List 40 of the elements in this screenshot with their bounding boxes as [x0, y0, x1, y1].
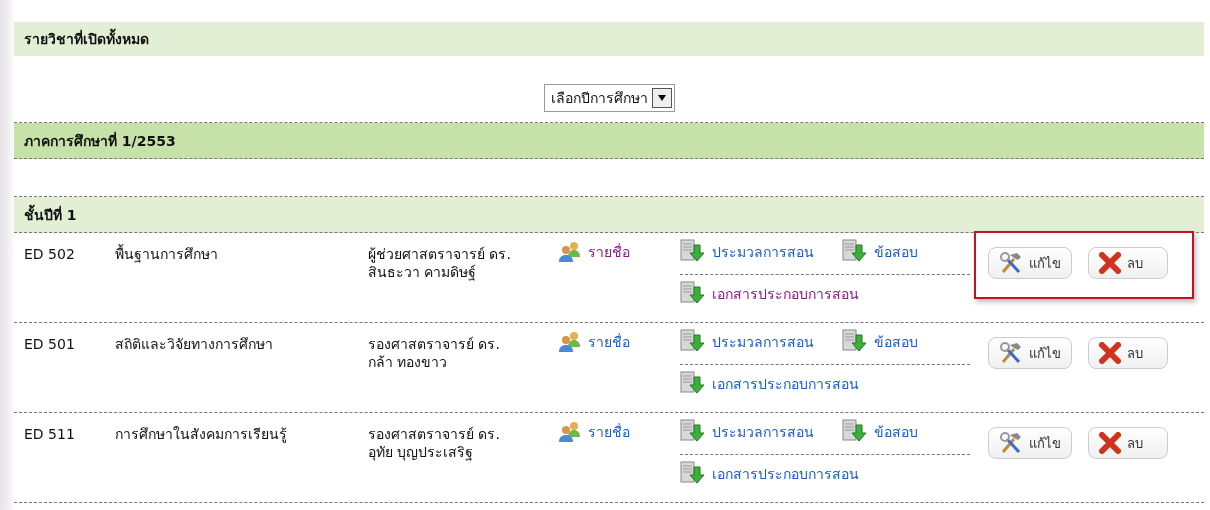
teacher-name: รองศาสตราจารย์ ดร. อุทัย บุญประเสริฐ — [368, 425, 501, 461]
syllabus-link[interactable]: ประมวลการสอน — [680, 239, 814, 265]
delete-x-icon — [1099, 252, 1121, 274]
documents-link[interactable]: เอกสารประกอบการสอน — [680, 371, 859, 397]
delete-x-icon — [1099, 342, 1121, 364]
edit-button[interactable]: แก้ไข — [988, 337, 1072, 369]
exam-link[interactable]: ข้อสอบ — [842, 239, 918, 265]
course-code: ED 511 — [24, 425, 76, 443]
exam-link[interactable]: ข้อสอบ — [842, 329, 918, 355]
teacher-name: รองศาสตราจารย์ ดร. กล้า ทองขาว — [368, 335, 501, 371]
class-year-heading: ชั้นปีที่ 1 — [14, 197, 1204, 233]
documents-link[interactable]: เอกสารประกอบการสอน — [680, 461, 859, 487]
names-link[interactable]: รายชื่อ — [558, 241, 630, 263]
users-icon — [558, 331, 582, 353]
exam-link[interactable]: ข้อสอบ — [842, 419, 918, 445]
delete-button[interactable]: ลบ — [1088, 337, 1168, 369]
year-select[interactable]: เลือกปีการศึกษา — [543, 84, 675, 112]
delete-button[interactable]: ลบ — [1088, 427, 1168, 459]
teacher-name: ผู้ช่วยศาสตราจารย์ ดร. สินธะวา คามดิษฐ์ — [368, 245, 512, 281]
edit-button[interactable]: แก้ไข — [988, 247, 1072, 279]
semester-heading: ภาคการศึกษาที่ 1/2553 — [14, 123, 1204, 159]
edit-button[interactable]: แก้ไข — [988, 427, 1072, 459]
documents-link[interactable]: เอกสารประกอบการสอน — [680, 281, 859, 307]
syllabus-link[interactable]: ประมวลการสอน — [680, 419, 814, 445]
course-code: ED 502 — [24, 245, 76, 263]
hammer-wrench-icon — [999, 431, 1023, 455]
syllabus-link[interactable]: ประมวลการสอน — [680, 329, 814, 355]
course-title: พื้นฐานการศึกษา — [115, 243, 219, 263]
page-title: รายวิชาที่เปิดทั้งหมด — [14, 22, 1204, 56]
delete-x-icon — [1099, 432, 1121, 454]
hammer-wrench-icon — [999, 341, 1023, 365]
course-title: การศึกษาในสังคมการเรียนรู้ — [115, 425, 288, 443]
names-link[interactable]: รายชื่อ — [558, 421, 630, 443]
users-icon — [558, 241, 582, 263]
hammer-wrench-icon — [999, 251, 1023, 275]
users-icon — [558, 421, 582, 443]
delete-button[interactable]: ลบ — [1088, 247, 1168, 279]
course-title: สถิติและวิจัยทางการศึกษา — [115, 335, 274, 353]
names-link[interactable]: รายชื่อ — [558, 331, 630, 353]
course-code: ED 501 — [24, 335, 76, 353]
